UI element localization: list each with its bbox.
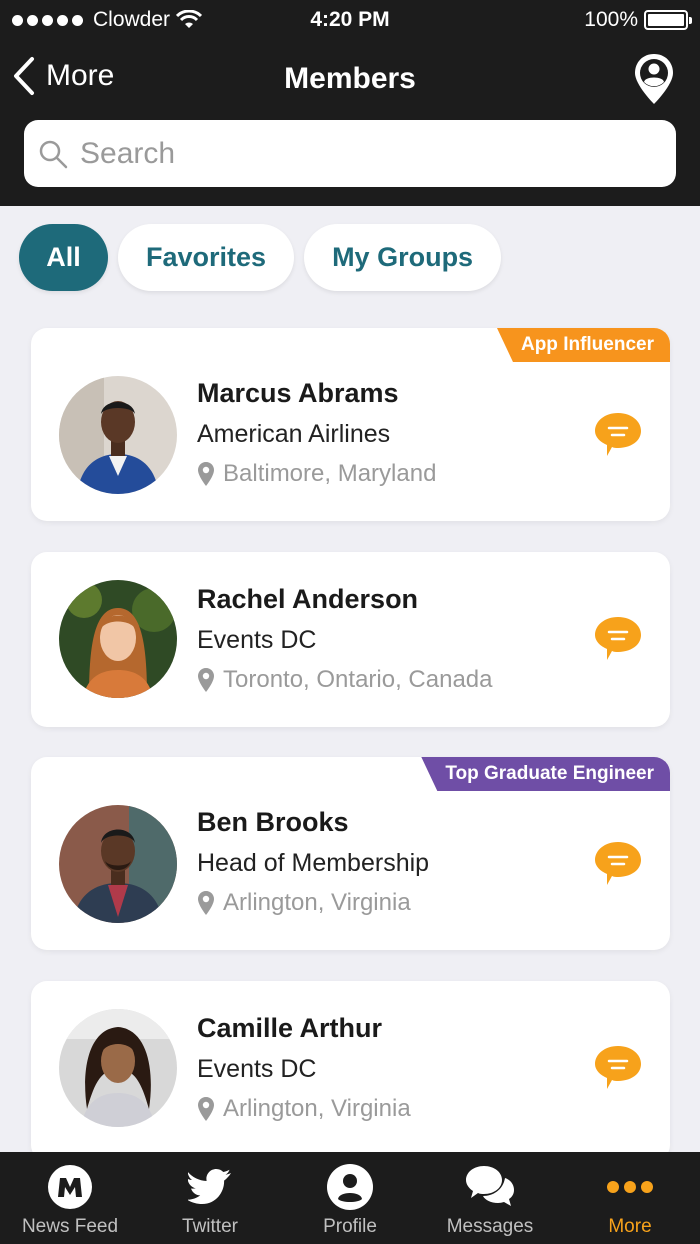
tab-more[interactable]: More xyxy=(560,1152,700,1244)
member-org: American Airlines xyxy=(197,420,391,448)
filter-favorites[interactable]: Favorites xyxy=(118,224,295,291)
member-card[interactable]: Top Graduate Engineer Ben Brooks Head of… xyxy=(31,757,670,950)
member-card[interactable]: Rachel Anderson Events DC Toronto, Ontar… xyxy=(31,552,670,727)
battery-icon xyxy=(644,10,692,30)
member-location: Toronto, Ontario, Canada xyxy=(197,666,493,694)
member-badge: Top Graduate Engineer xyxy=(421,757,670,791)
chat-icon[interactable] xyxy=(594,410,642,458)
battery-percent: 100% xyxy=(584,8,638,31)
member-location-text: Arlington, Virginia xyxy=(223,889,411,916)
member-location: Baltimore, Maryland xyxy=(197,460,436,488)
chat-icon[interactable] xyxy=(594,839,642,887)
nav-bar: More Members xyxy=(0,50,700,112)
search-icon xyxy=(39,140,68,168)
member-info: Ben Brooks Head of Membership Arlington,… xyxy=(197,807,429,917)
member-card[interactable]: Camille Arthur Events DC Arlington, Virg… xyxy=(31,981,670,1161)
tab-label: Profile xyxy=(323,1216,377,1237)
tab-messages[interactable]: Messages xyxy=(420,1152,560,1244)
avatar xyxy=(59,376,177,494)
member-name: Camille Arthur xyxy=(197,1013,383,1043)
filter-all[interactable]: All xyxy=(19,224,108,291)
location-pin-icon xyxy=(198,891,214,915)
member-name: Marcus Abrams xyxy=(197,378,399,408)
member-info: Marcus Abrams American Airlines Baltimor… xyxy=(197,378,436,488)
tab-twitter[interactable]: Twitter xyxy=(140,1152,280,1244)
twitter-icon xyxy=(185,1162,235,1212)
member-location-text: Arlington, Virginia xyxy=(223,1095,411,1122)
news-feed-icon xyxy=(45,1162,95,1212)
status-bar: Clowder 4:20 PM 100% xyxy=(0,0,700,40)
messages-icon xyxy=(465,1162,515,1212)
search-input[interactable] xyxy=(80,136,640,171)
location-pin-icon xyxy=(198,1097,214,1121)
tab-news-feed[interactable]: News Feed xyxy=(0,1152,140,1244)
tab-label: Messages xyxy=(446,1216,534,1237)
location-pin-icon xyxy=(198,462,214,486)
tab-label: News Feed xyxy=(21,1216,119,1237)
tab-label: More xyxy=(608,1216,652,1237)
status-right: 100% xyxy=(584,8,692,32)
tab-label: Twitter xyxy=(182,1216,238,1237)
member-org: Events DC xyxy=(197,1055,317,1083)
location-pin-icon xyxy=(198,668,214,692)
member-card[interactable]: App Influencer Marcus Abrams American Ai… xyxy=(31,328,670,521)
avatar xyxy=(59,1009,177,1127)
chat-icon[interactable] xyxy=(594,614,642,662)
more-icon xyxy=(605,1162,655,1212)
header: Clowder 4:20 PM 100% More Members xyxy=(0,0,700,206)
member-info: Rachel Anderson Events DC Toronto, Ontar… xyxy=(197,584,493,694)
chat-icon[interactable] xyxy=(594,1043,642,1091)
member-badge: App Influencer xyxy=(496,328,670,362)
search-bar[interactable] xyxy=(24,120,676,187)
location-profile-icon[interactable] xyxy=(632,52,676,106)
member-name: Rachel Anderson xyxy=(197,584,419,614)
page-title: Members xyxy=(284,62,416,95)
avatar xyxy=(59,805,177,923)
member-location-text: Baltimore, Maryland xyxy=(223,460,437,487)
filter-my-groups[interactable]: My Groups xyxy=(304,224,502,291)
avatar xyxy=(59,580,177,698)
tab-profile[interactable]: Profile xyxy=(280,1152,420,1244)
member-location: Arlington, Virginia xyxy=(197,1095,411,1123)
member-location-text: Toronto, Ontario, Canada xyxy=(223,666,493,693)
filter-chips: All Favorites My Groups xyxy=(19,224,502,291)
member-info: Camille Arthur Events DC Arlington, Virg… xyxy=(197,1013,411,1123)
member-location: Arlington, Virginia xyxy=(197,889,429,917)
tab-bar: News Feed Twitter Profile Messages More xyxy=(0,1152,700,1244)
member-name: Ben Brooks xyxy=(197,807,349,837)
profile-icon xyxy=(325,1162,375,1212)
member-org: Events DC xyxy=(197,626,317,654)
member-org: Head of Membership xyxy=(197,849,430,877)
